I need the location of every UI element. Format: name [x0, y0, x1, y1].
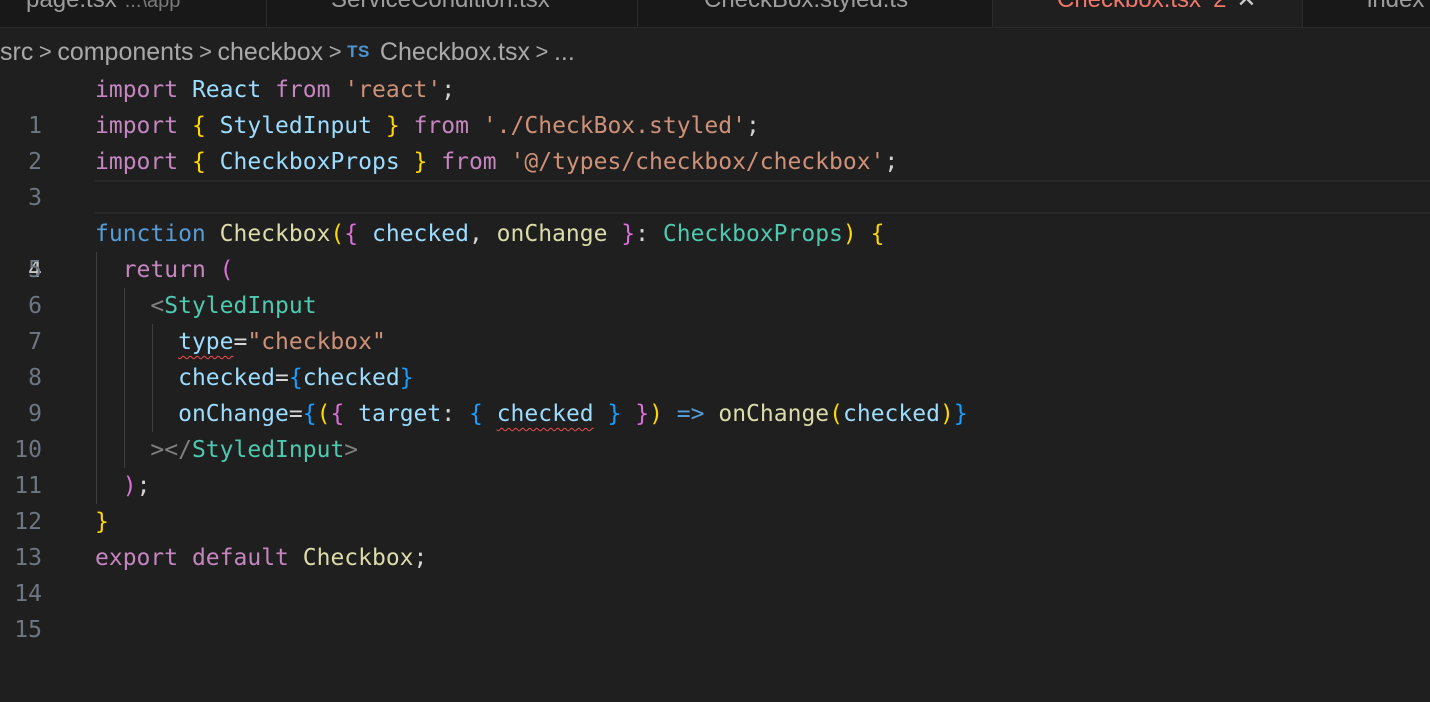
code-line: 15 — [0, 576, 1430, 643]
code-line: 14 export default Checkbox; — [0, 540, 1430, 607]
line-content: checked={checked} — [178, 365, 414, 391]
line-content: return ( — [122, 257, 234, 283]
line-content: <StyledInput — [150, 293, 317, 319]
breadcrumb: src > components > checkbox > TS Checkbox… — [0, 33, 575, 71]
code-line: 3 import { CheckboxProps } from '@/types… — [0, 144, 1430, 211]
line-content: ); — [122, 473, 151, 499]
tab-label: Checkbox.tsx — [1057, 0, 1201, 13]
code-line: 11 ></StyledInput> — [0, 432, 1430, 499]
problem-count-badge: 2 — [1213, 0, 1226, 13]
chevron-right-icon: > — [328, 39, 342, 64]
code-line: 8 type="checkbox" — [0, 324, 1430, 391]
tab-checkbox-tsx[interactable]: Checkbox.tsx 2 ✕ — [993, 0, 1303, 27]
code-line: 6 return ( — [0, 252, 1430, 319]
line-content: function Checkbox({ checked, onChange }:… — [95, 221, 885, 247]
breadcrumb-item-components[interactable]: components — [57, 38, 193, 67]
error-squiggle: type — [178, 329, 234, 355]
line-number: 15 — [14, 617, 42, 643]
line-content: } — [95, 509, 109, 535]
chevron-right-icon: > — [535, 39, 549, 64]
breadcrumb-item-file[interactable]: TS Checkbox.tsx — [347, 38, 530, 67]
tab-label: CheckBox.styled.ts — [704, 0, 908, 13]
code-line: 9 checked={checked} — [0, 360, 1430, 427]
error-squiggle: checked — [496, 401, 594, 427]
code-line-current: 4 — [0, 180, 1430, 283]
breadcrumb-file-label: Checkbox.tsx — [379, 37, 530, 66]
tab-checkbox-styled[interactable]: CheckBox.styled.ts — [638, 0, 993, 27]
code-line: 1 import React from 'react'; — [0, 72, 1430, 139]
code-line: 2 import { StyledInput } from './CheckBo… — [0, 108, 1430, 175]
tab-label: page.tsx — [26, 0, 117, 13]
breadcrumb-symbol-ellipsis[interactable]: ... — [554, 38, 575, 67]
tab-service-condition[interactable]: ServiceCondition.tsx — [267, 0, 638, 27]
chevron-right-icon: > — [199, 39, 212, 64]
breadcrumb-item-checkbox[interactable]: checkbox — [218, 38, 324, 67]
tab-description: ...\app — [124, 0, 181, 12]
breadcrumb-item-src[interactable]: src — [0, 38, 33, 67]
editor-tab-bar: page.tsx ...\app ServiceCondition.tsx Che… — [0, 0, 1430, 28]
code-line: 13 } — [0, 504, 1430, 571]
code-line: 10 onChange={({ target: { checked } }) =… — [0, 396, 1430, 463]
chevron-right-icon: > — [38, 39, 52, 64]
typescript-file-icon: TS — [347, 42, 370, 61]
close-icon[interactable]: ✕ — [1236, 0, 1256, 13]
line-content: type="checkbox" — [178, 329, 386, 355]
code-line: 12 ); — [0, 468, 1430, 535]
line-content: ></StyledInput> — [150, 437, 359, 463]
line-content: onChange={({ target: { checked } }) => o… — [178, 401, 968, 427]
line-content: import { CheckboxProps } from '@/types/c… — [95, 149, 899, 175]
current-line-highlight — [95, 180, 1430, 214]
tab-label: index — [1367, 0, 1424, 13]
tab-page-tsx[interactable]: page.tsx ...\app — [0, 0, 267, 27]
tab-index[interactable]: index — [1303, 0, 1430, 27]
line-content: import { StyledInput } from './CheckBox.… — [95, 113, 760, 139]
line-content: export default Checkbox; — [95, 545, 428, 571]
line-content: import React from 'react'; — [95, 77, 456, 103]
code-editor[interactable]: 1 import React from 'react'; 2 import { … — [0, 72, 1430, 702]
code-line: 7 <StyledInput — [0, 288, 1430, 355]
code-line: 5 function Checkbox({ checked, onChange … — [0, 216, 1430, 283]
tab-label: ServiceCondition.tsx — [331, 0, 550, 13]
